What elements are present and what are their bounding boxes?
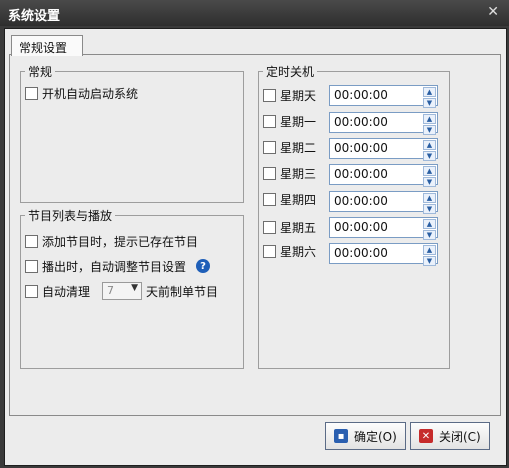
chevron-down-icon: ▼ xyxy=(131,283,139,293)
auto-clean-checkbox[interactable] xyxy=(25,284,38,298)
playlist-legend: 节目列表与播放 xyxy=(28,209,113,223)
time-value: 00:00:00 xyxy=(334,167,388,181)
dialog-body: 常规设置 常规 开机自动启动系统 节目列表与播放 添加节目时，提示已存在节目 播… xyxy=(4,28,507,466)
spin-down-icon[interactable]: ▼ xyxy=(423,177,436,187)
day-row-tuesday[interactable]: 星期二 xyxy=(263,138,316,156)
day-row-monday[interactable]: 星期一 xyxy=(263,112,316,130)
tab-panel: 常规 开机自动启动系统 节目列表与播放 添加节目时，提示已存在节目 播出时，自动… xyxy=(9,54,501,416)
day-row-thursday[interactable]: 星期四 xyxy=(263,190,316,208)
spin-up-icon[interactable]: ▲ xyxy=(423,87,436,97)
day-label: 星期五 xyxy=(280,220,317,235)
spin-up-icon[interactable]: ▲ xyxy=(423,219,436,229)
time-input-friday[interactable]: 00:00:00 ▲ ▼ xyxy=(329,217,438,240)
day-checkbox[interactable] xyxy=(263,140,276,154)
close-button[interactable]: ✕ 关闭(C) xyxy=(410,422,490,450)
autostart-checkbox[interactable] xyxy=(25,86,38,100)
time-value: 00:00:00 xyxy=(334,194,388,208)
day-label: 星期三 xyxy=(280,166,317,181)
general-group: 常规 开机自动启动系统 xyxy=(20,63,244,203)
tab-label: 常规设置 xyxy=(19,41,68,55)
duplicate-prompt-label: 添加节目时，提示已存在节目 xyxy=(42,234,199,249)
time-value: 00:00:00 xyxy=(334,220,388,234)
day-checkbox[interactable] xyxy=(263,220,276,234)
auto-adjust-option[interactable]: 播出时，自动调整节目设置 ? xyxy=(25,257,211,275)
close-label: 关闭(C) xyxy=(439,429,481,444)
spin-up-icon[interactable]: ▲ xyxy=(423,114,436,124)
spin-down-icon[interactable]: ▼ xyxy=(423,125,436,135)
day-checkbox[interactable] xyxy=(263,166,276,180)
close-icon: ✕ xyxy=(419,429,433,443)
day-row-wednesday[interactable]: 星期三 xyxy=(263,164,316,182)
close-icon[interactable]: ✕ xyxy=(487,4,499,20)
time-input-saturday[interactable]: 00:00:00 ▲ ▼ xyxy=(329,243,438,266)
day-checkbox[interactable] xyxy=(263,88,276,102)
settings-window: 系统设置 ✕ 常规设置 常规 开机自动启动系统 节目列表与播放 添加节目时，提示… xyxy=(0,0,509,468)
day-row-friday[interactable]: 星期五 xyxy=(263,218,316,236)
time-input-sunday[interactable]: 00:00:00 ▲ ▼ xyxy=(329,85,438,108)
day-label: 星期二 xyxy=(280,140,317,155)
auto-adjust-checkbox[interactable] xyxy=(25,259,38,273)
shutdown-legend: 定时关机 xyxy=(266,65,315,79)
window-title: 系统设置 xyxy=(8,9,61,24)
auto-clean-days-value: 7 xyxy=(107,284,115,297)
auto-clean-option[interactable]: 自动清理 7 ▼ 天前制单节目 xyxy=(25,282,218,300)
day-row-sunday[interactable]: 星期天 xyxy=(263,86,316,104)
spin-up-icon[interactable]: ▲ xyxy=(423,166,436,176)
spin-down-icon[interactable]: ▼ xyxy=(423,256,436,266)
autostart-option[interactable]: 开机自动启动系统 xyxy=(25,84,138,102)
spin-down-icon[interactable]: ▼ xyxy=(423,204,436,214)
spin-up-icon[interactable]: ▲ xyxy=(423,245,436,255)
playlist-group: 节目列表与播放 添加节目时，提示已存在节目 播出时，自动调整节目设置 ? 自动清… xyxy=(20,207,244,369)
autostart-label: 开机自动启动系统 xyxy=(42,86,139,101)
auto-clean-label: 自动清理 xyxy=(42,284,91,299)
ok-button[interactable]: ▪ 确定(O) xyxy=(325,422,406,450)
tab-general-settings[interactable]: 常规设置 xyxy=(11,35,83,56)
duplicate-prompt-option[interactable]: 添加节目时，提示已存在节目 xyxy=(25,232,198,250)
spin-up-icon[interactable]: ▲ xyxy=(423,140,436,150)
spin-down-icon[interactable]: ▼ xyxy=(423,151,436,161)
general-legend: 常规 xyxy=(28,65,53,79)
duplicate-prompt-checkbox[interactable] xyxy=(25,234,38,248)
time-input-monday[interactable]: 00:00:00 ▲ ▼ xyxy=(329,112,438,135)
scheduled-shutdown-group: 定时关机 星期天 00:00:00 ▲ ▼ 星期一 00:00:00 ▲ ▼ 星… xyxy=(258,63,450,369)
day-checkbox[interactable] xyxy=(263,114,276,128)
day-label: 星期一 xyxy=(280,114,317,129)
spin-down-icon[interactable]: ▼ xyxy=(423,230,436,240)
day-label: 星期天 xyxy=(280,88,317,103)
day-label: 星期四 xyxy=(280,192,317,207)
help-icon[interactable]: ? xyxy=(196,259,211,273)
time-value: 00:00:00 xyxy=(334,88,388,102)
day-checkbox[interactable] xyxy=(263,244,276,258)
time-value: 00:00:00 xyxy=(334,246,388,260)
spin-down-icon[interactable]: ▼ xyxy=(423,98,436,108)
time-input-wednesday[interactable]: 00:00:00 ▲ ▼ xyxy=(329,164,438,187)
time-value: 00:00:00 xyxy=(334,141,388,155)
save-icon: ▪ xyxy=(334,429,348,443)
day-checkbox[interactable] xyxy=(263,192,276,206)
time-value: 00:00:00 xyxy=(334,115,388,129)
title-bar: 系统设置 ✕ xyxy=(0,0,509,26)
time-input-thursday[interactable]: 00:00:00 ▲ ▼ xyxy=(329,191,438,214)
spin-up-icon[interactable]: ▲ xyxy=(423,193,436,203)
auto-clean-days-select[interactable]: 7 ▼ xyxy=(102,282,143,300)
auto-clean-suffix: 天前制单节目 xyxy=(146,284,219,299)
time-input-tuesday[interactable]: 00:00:00 ▲ ▼ xyxy=(329,138,438,161)
auto-adjust-label: 播出时，自动调整节目设置 xyxy=(42,259,187,274)
ok-label: 确定(O) xyxy=(354,429,397,444)
day-label: 星期六 xyxy=(280,244,317,259)
day-row-saturday[interactable]: 星期六 xyxy=(263,242,316,260)
